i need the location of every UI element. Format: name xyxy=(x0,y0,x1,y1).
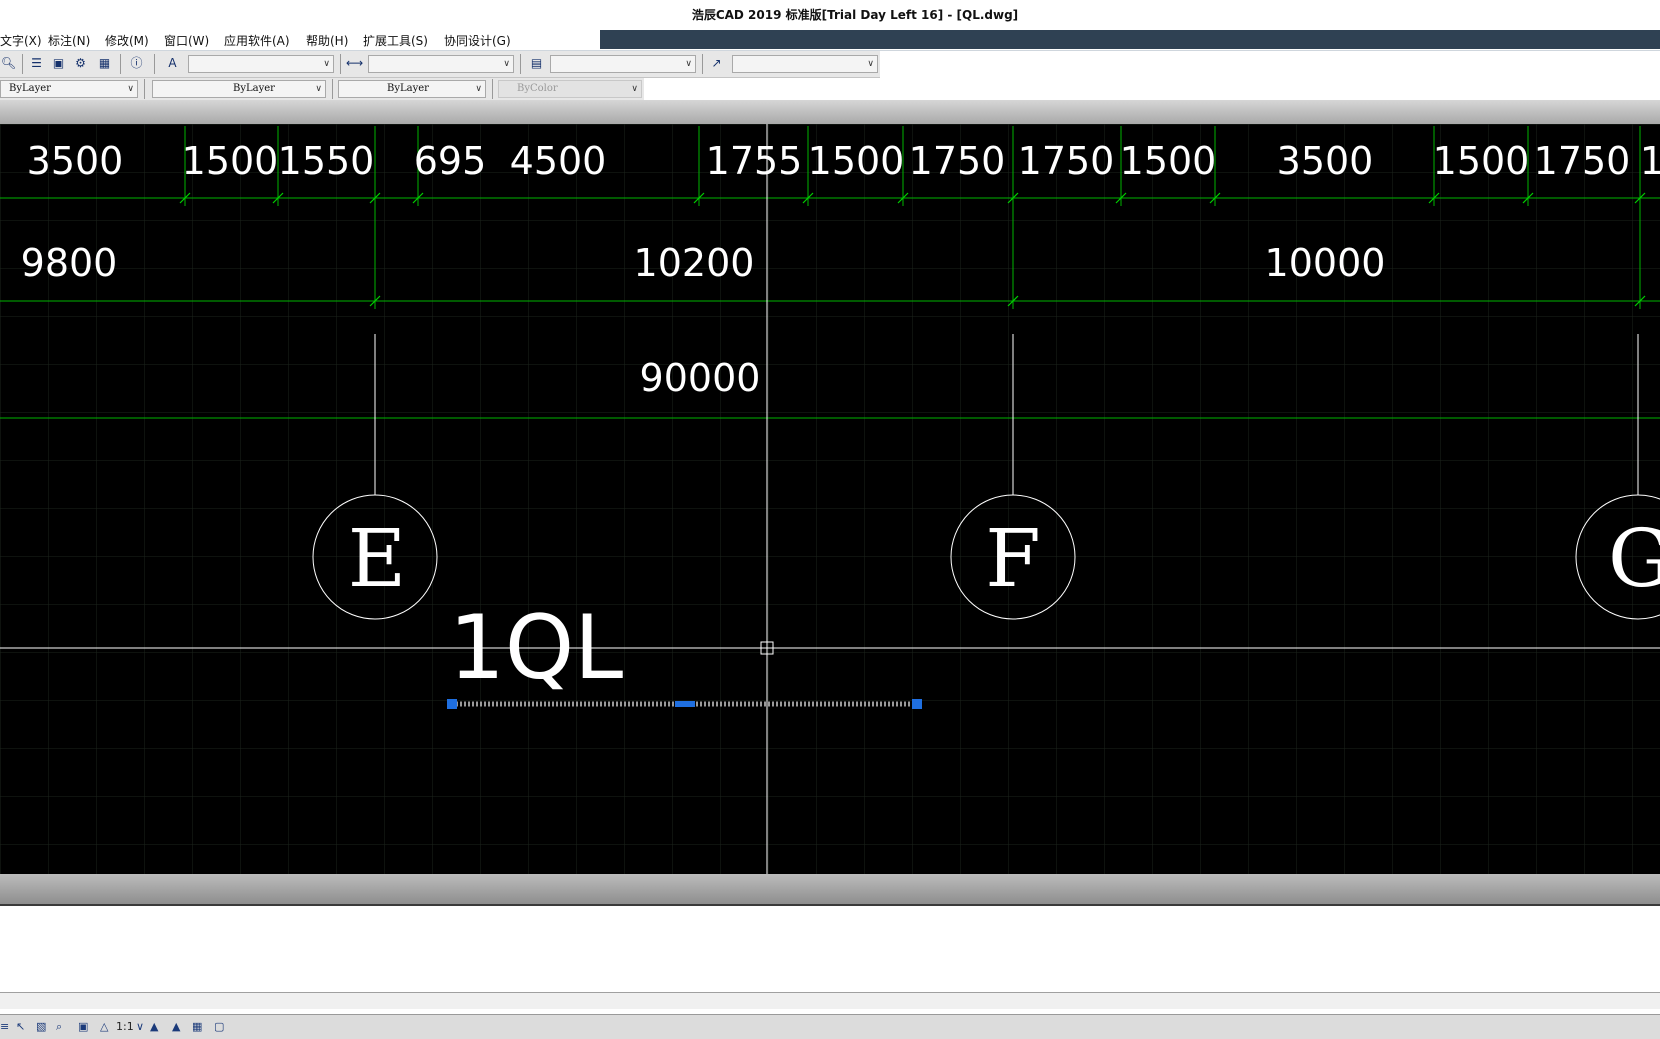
dim-text: 1750 xyxy=(909,139,1006,183)
axis-label-e: E xyxy=(348,512,406,605)
menu-window[interactable]: 窗口(W) xyxy=(164,32,209,49)
multileader-style-icon[interactable]: ↗ xyxy=(708,55,725,72)
chevron-down-icon: ∨ xyxy=(323,59,330,69)
dim-style-select[interactable]: ∨ xyxy=(368,55,514,73)
linetype-select[interactable]: ByLayer ∨ xyxy=(152,80,326,98)
select-icon[interactable]: ↖ xyxy=(16,1019,25,1035)
menu-text[interactable]: 文字(X) xyxy=(0,32,42,49)
menu-modify[interactable]: 修改(M) xyxy=(105,32,149,49)
dim-text: 1 xyxy=(1640,139,1660,183)
viewport-icon[interactable]: ▣ xyxy=(78,1019,88,1035)
layout-tabs-bar xyxy=(0,874,1660,904)
status-bar: ≡ ↖ ▧ ⌕ ▣ △ 1:1 ∨ ▲ ▲ ▦ ▢ xyxy=(0,1014,1660,1039)
color-select[interactable]: ByLayer ∨ xyxy=(0,80,138,98)
chevron-down-icon: ∨ xyxy=(127,84,134,94)
chevron-down-icon: ∨ xyxy=(503,59,510,69)
dim-text: 10000 xyxy=(1265,241,1386,285)
menu-help[interactable]: 帮助(H) xyxy=(306,32,348,49)
menu-extension-tools[interactable]: 扩展工具(S) xyxy=(363,32,428,49)
toolbar-dock-area xyxy=(0,100,1660,124)
dim-text: 1550 xyxy=(278,139,375,183)
calculator-icon[interactable]: ▦ xyxy=(96,55,113,72)
text-style-select[interactable]: ∨ xyxy=(188,55,334,73)
dim-text: 1750 xyxy=(1534,139,1631,183)
zoom-icon[interactable]: 🔍︎ xyxy=(0,55,17,72)
annotation-visibility-icon[interactable]: ▲ xyxy=(150,1019,158,1035)
drawing-canvas[interactable]: 3500 1500 1550 695 4500 1755 1500 1750 1… xyxy=(0,124,1660,874)
dim-text: 695 xyxy=(414,139,487,183)
chevron-down-icon: ∨ xyxy=(685,59,692,69)
plotstyle-select: ByColor ∨ xyxy=(498,80,642,98)
chevron-down-icon: ∨ xyxy=(631,84,638,94)
dim-text: 3500 xyxy=(1277,139,1374,183)
help-icon[interactable]: ⓘ xyxy=(128,55,145,72)
menu-dimension[interactable]: 标注(N) xyxy=(48,32,90,49)
menu-bar: 文字(X) 标注(N) 修改(M) 窗口(W) 应用软件(A) 帮助(H) 扩展… xyxy=(0,30,1660,51)
grid xyxy=(0,124,1660,874)
window-title: 浩辰CAD 2019 标准版[Trial Day Left 16] - [QL.… xyxy=(691,8,1019,22)
command-history xyxy=(0,904,1660,994)
dim-text: 90000 xyxy=(640,356,761,400)
chevron-down-icon[interactable]: ∨ xyxy=(136,1019,144,1035)
tool-palette-icon[interactable]: ⚙ xyxy=(72,55,89,72)
command-line[interactable] xyxy=(0,992,1660,1009)
multileader-style-select[interactable]: ∨ xyxy=(732,55,878,73)
table-style-select[interactable]: ∨ xyxy=(550,55,696,73)
annotation-scale-icon[interactable]: △ xyxy=(100,1019,108,1035)
dim-text: 1500 xyxy=(1433,139,1530,183)
menu-collaborative-design[interactable]: 协同设计(G) xyxy=(444,32,511,49)
dim-text: 1750 xyxy=(1018,139,1115,183)
title-bar: 浩辰CAD 2019 标准版[Trial Day Left 16] - [QL.… xyxy=(0,0,1660,30)
dim-text: 3500 xyxy=(27,139,124,183)
dim-style-icon[interactable]: ⟷ xyxy=(346,55,363,72)
grip-mid[interactable] xyxy=(675,701,695,707)
properties-toolbar: ByLayer ∨ ByLayer ∨ ByLayer ∨ ByColor ∨ xyxy=(0,78,644,100)
menu-applications[interactable]: 应用软件(A) xyxy=(224,32,290,49)
dim-text: 1500 xyxy=(808,139,905,183)
layer-icon[interactable]: ▧ xyxy=(36,1019,46,1035)
wall-label[interactable]: 1QL xyxy=(449,596,623,699)
standard-toolbar: 🔍︎ ☰ ▣ ⚙ ▦ ⓘ A ∨ ⟷ ∨ ▤ ∨ ↗ ∨ xyxy=(0,51,880,78)
dim-text: 1755 xyxy=(706,139,803,183)
dim-text: 10200 xyxy=(634,241,755,285)
chevron-down-icon: ∨ xyxy=(867,59,874,69)
drawing-svg: 3500 1500 1550 695 4500 1755 1500 1750 1… xyxy=(0,124,1660,874)
text-style-icon[interactable]: A xyxy=(164,55,181,72)
design-center-icon[interactable]: ▣ xyxy=(50,55,67,72)
annotation-scale-value[interactable]: 1:1 xyxy=(116,1019,134,1035)
axis-label-g: G xyxy=(1608,512,1660,605)
dim-text: 9800 xyxy=(21,241,118,285)
zoom-icon[interactable]: ⌕ xyxy=(56,1019,62,1035)
lineweight-select[interactable]: ByLayer ∨ xyxy=(338,80,486,98)
chevron-down-icon: ∨ xyxy=(315,84,322,94)
grip-start[interactable] xyxy=(447,699,457,709)
dim-text: 1500 xyxy=(182,139,279,183)
table-style-icon[interactable]: ▤ xyxy=(528,55,545,72)
grip-end[interactable] xyxy=(912,699,922,709)
menu-bar-strip xyxy=(600,30,1660,49)
model-space-icon[interactable]: ▢ xyxy=(214,1019,224,1035)
list-icon[interactable]: ≡ xyxy=(0,1019,9,1035)
grid-icon[interactable]: ▦ xyxy=(192,1019,202,1035)
auto-scale-icon[interactable]: ▲ xyxy=(172,1019,180,1035)
dim-text: 1500 xyxy=(1120,139,1217,183)
chevron-down-icon: ∨ xyxy=(475,84,482,94)
axis-label-f: F xyxy=(985,512,1041,605)
properties-icon[interactable]: ☰ xyxy=(28,55,45,72)
dim-text: 4500 xyxy=(510,139,607,183)
